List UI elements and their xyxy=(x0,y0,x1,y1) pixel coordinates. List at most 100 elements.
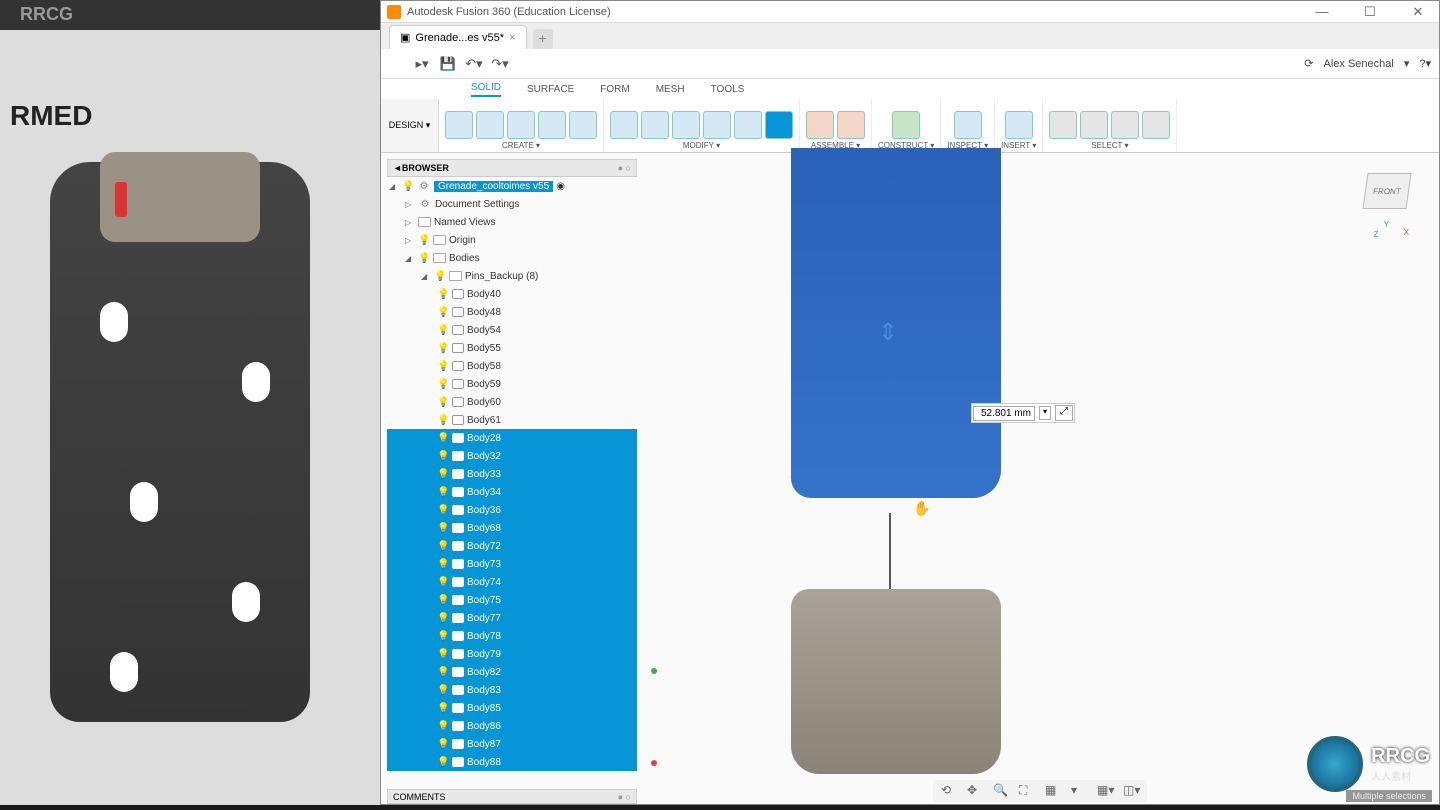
tree-body-item-selected[interactable]: 💡Body87 xyxy=(387,735,637,753)
tree-body-item[interactable]: 💡Body48 xyxy=(387,303,637,321)
viewcube-face[interactable]: FRONT xyxy=(1362,173,1411,209)
tab-form[interactable]: FORM xyxy=(600,84,629,95)
ribbon-label[interactable]: CREATE ▾ xyxy=(502,141,540,150)
extrude-icon[interactable] xyxy=(476,111,504,139)
visibility-icon[interactable]: 💡 xyxy=(437,325,449,336)
visibility-icon[interactable]: 💡 xyxy=(437,703,449,714)
undo-icon[interactable]: ↶▾ xyxy=(465,55,483,73)
visibility-icon[interactable]: 💡 xyxy=(437,343,449,354)
tree-body-item[interactable]: 💡Body55 xyxy=(387,339,637,357)
maximize-button[interactable]: ☐ xyxy=(1355,4,1385,20)
joint-icon[interactable] xyxy=(806,111,834,139)
tree-root[interactable]: ◢ 💡 ⚙ Grenade_cooltoimes v55 ◉ xyxy=(387,177,637,195)
tree-body-item[interactable]: 💡Body60 xyxy=(387,393,637,411)
model-body-lower[interactable] xyxy=(791,589,1001,774)
tree-body-item-selected[interactable]: 💡Body73 xyxy=(387,555,637,573)
minimize-button[interactable]: — xyxy=(1307,4,1337,20)
tree-body-item[interactable]: 💡Body40 xyxy=(387,285,637,303)
select-freeform-icon[interactable] xyxy=(1111,111,1139,139)
visibility-icon[interactable]: 💡 xyxy=(437,721,449,732)
timeline-marker[interactable] xyxy=(651,760,657,766)
visibility-icon[interactable]: 💡 xyxy=(437,379,449,390)
visibility-icon[interactable]: 💡 xyxy=(437,451,449,462)
visibility-icon[interactable]: 💡 xyxy=(437,415,449,426)
ribbon-label[interactable]: MODIFY ▾ xyxy=(683,141,720,150)
help-icon[interactable]: ?▾ xyxy=(1419,57,1431,70)
visibility-icon[interactable]: 💡 xyxy=(437,541,449,552)
panel-options-icon[interactable]: ● ○ xyxy=(618,163,631,173)
fillet-icon[interactable] xyxy=(641,111,669,139)
visibility-icon[interactable]: 💡 xyxy=(437,649,449,660)
visibility-icon[interactable]: 💡 xyxy=(437,595,449,606)
measure-icon[interactable] xyxy=(954,111,982,139)
move-manipulator[interactable] xyxy=(873,303,903,363)
tree-body-item-selected[interactable]: 💡Body32 xyxy=(387,447,637,465)
tree-body-item[interactable]: 💡Body61 xyxy=(387,411,637,429)
combine-icon[interactable] xyxy=(703,111,731,139)
tree-origin[interactable]: ▷ 💡 Origin xyxy=(387,231,637,249)
visibility-icon[interactable]: 💡 xyxy=(437,397,449,408)
tree-body-item-selected[interactable]: 💡Body36 xyxy=(387,501,637,519)
tree-body-item[interactable]: 💡Body54 xyxy=(387,321,637,339)
visibility-icon[interactable]: 💡 xyxy=(402,181,414,192)
visibility-icon[interactable]: 💡 xyxy=(437,577,449,588)
distance-input-widget[interactable]: ▾ ⤢ xyxy=(971,403,1075,423)
tree-body-item-selected[interactable]: 💡Body74 xyxy=(387,573,637,591)
tree-document-settings[interactable]: ▷ ⚙ Document Settings xyxy=(387,195,637,213)
tree-body-item-selected[interactable]: 💡Body72 xyxy=(387,537,637,555)
visibility-icon[interactable]: 💡 xyxy=(437,307,449,318)
radio-icon[interactable]: ◉ xyxy=(556,181,565,192)
orbit-icon[interactable]: ⟲ xyxy=(941,783,957,799)
zoom-icon[interactable]: 🔍 xyxy=(993,783,1009,799)
align-icon[interactable] xyxy=(765,111,793,139)
data-panel-icon[interactable] xyxy=(389,56,405,72)
tree-body-item-selected[interactable]: 💡Body88 xyxy=(387,753,637,771)
visibility-icon[interactable]: 💡 xyxy=(437,505,449,516)
visibility-icon[interactable]: 💡 xyxy=(437,289,449,300)
tree-body-item-selected[interactable]: 💡Body34 xyxy=(387,483,637,501)
tree-pins-backup[interactable]: ◢ 💡 Pins_Backup (8) xyxy=(387,267,637,285)
grid-settings-icon[interactable]: ▦▾ xyxy=(1097,783,1113,799)
extensions-icon[interactable]: ⟳ xyxy=(1304,57,1313,70)
tree-body-item-selected[interactable]: 💡Body85 xyxy=(387,699,637,717)
measure-mode-icon[interactable]: ⤢ xyxy=(1055,405,1073,421)
redo-icon[interactable]: ↷▾ xyxy=(491,55,509,73)
visibility-icon[interactable]: 💡 xyxy=(437,559,449,570)
shell-icon[interactable] xyxy=(672,111,700,139)
tree-body-item-selected[interactable]: 💡Body33 xyxy=(387,465,637,483)
tree-body-item-selected[interactable]: 💡Body86 xyxy=(387,717,637,735)
select-icon[interactable] xyxy=(1049,111,1077,139)
workspace-switcher[interactable]: DESIGN ▾ xyxy=(381,99,439,152)
expand-icon[interactable]: ◢ xyxy=(405,254,415,263)
ribbon-label[interactable]: SELECT ▾ xyxy=(1091,141,1128,150)
user-dropdown-icon[interactable]: ▾ xyxy=(1404,57,1410,70)
plane-icon[interactable] xyxy=(892,111,920,139)
visibility-icon[interactable]: 💡 xyxy=(437,685,449,696)
viewport-layout-icon[interactable]: ◫▾ xyxy=(1123,783,1139,799)
tree-body-item-selected[interactable]: 💡Body82 xyxy=(387,663,637,681)
viewport[interactable]: ✋ ▾ ⤢ FRONT X Y Z ⟲ ✥ 🔍 ⛶ xyxy=(641,153,1439,804)
look-at-icon[interactable]: ▦ xyxy=(1045,783,1061,799)
visibility-icon[interactable]: 💡 xyxy=(437,487,449,498)
tree-body-item-selected[interactable]: 💡Body28 xyxy=(387,429,637,447)
tab-close-icon[interactable]: × xyxy=(509,32,515,44)
user-name[interactable]: Alex Senechal xyxy=(1324,58,1394,70)
tab-tools[interactable]: TOOLS xyxy=(711,84,745,95)
distance-input[interactable] xyxy=(973,406,1035,421)
move-icon[interactable] xyxy=(734,111,762,139)
expand-icon[interactable]: ◢ xyxy=(389,182,399,191)
tree-named-views[interactable]: ▷ Named Views xyxy=(387,213,637,231)
distance-dropdown-icon[interactable]: ▾ xyxy=(1039,406,1051,420)
insert-icon[interactable] xyxy=(1005,111,1033,139)
taskbar[interactable] xyxy=(0,805,1440,810)
revolve-icon[interactable] xyxy=(507,111,535,139)
browser-chevron-icon[interactable]: ◄ xyxy=(393,163,402,173)
visibility-icon[interactable]: 💡 xyxy=(418,235,430,246)
visibility-icon[interactable]: 💡 xyxy=(437,613,449,624)
visibility-icon[interactable]: 💡 xyxy=(418,253,430,264)
file-menu-icon[interactable]: ▸▾ xyxy=(413,55,431,73)
select-paint-icon[interactable] xyxy=(1142,111,1170,139)
tree-body-item[interactable]: 💡Body58 xyxy=(387,357,637,375)
new-tab-button[interactable]: + xyxy=(533,29,553,49)
sweep-icon[interactable] xyxy=(538,111,566,139)
